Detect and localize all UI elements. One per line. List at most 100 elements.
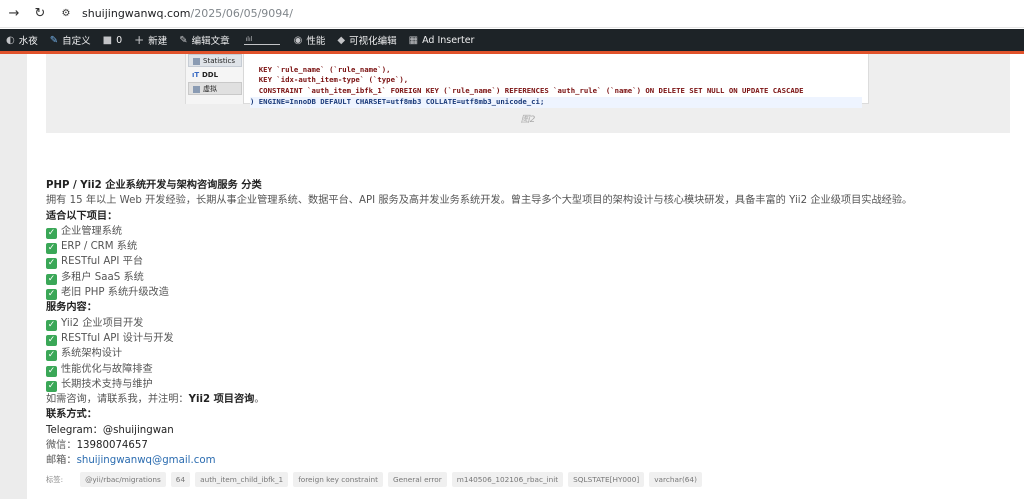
tag-link[interactable]: auth_item_child_ibfk_1 [195, 472, 289, 487]
list-item-text: ERP / CRM 系统 [61, 241, 138, 253]
list-item-text: RESTful API 设计与开发 [61, 332, 174, 344]
left-gutter [0, 54, 27, 499]
adminbar-label: 新建 [148, 36, 168, 47]
address-bar[interactable]: shuijingwanwq.com/2025/06/05/9094/ [82, 7, 293, 20]
adminbar-visual-edit[interactable]: ◆ 可视化编辑 [331, 29, 402, 51]
moon-icon: ◐ [6, 34, 15, 46]
tag-link[interactable]: foreign key constraint [293, 472, 383, 487]
check-icon: ✓ [46, 243, 57, 255]
wp-admin-bar: ◐ 水夜 ✎ 自定义 ■ 0 + 新建 ✎ 编辑文章 ılıl ◉ 性能 ◆ 可视化编辑 ▦ A… [0, 29, 1024, 51]
list-item: ✓ 系统架构设计 [46, 346, 1006, 362]
services-label: 服务内容： [46, 302, 97, 314]
pencil-icon: ✎ [179, 34, 188, 46]
table-icon [193, 58, 200, 65]
consult-suffix: 。 [254, 394, 265, 406]
url-path: /2025/06/05/9094/ [190, 7, 293, 20]
tags-label: 标签: [46, 474, 64, 484]
ddl-code: KEY `rule_name` (`rule_name`), KEY `idx-… [250, 54, 862, 118]
comment-icon: ■ [102, 34, 113, 46]
visual-edit-icon: ◆ [337, 34, 346, 46]
performance-icon: ◉ [293, 34, 303, 46]
adminbar-customize[interactable]: ✎ 自定义 [44, 29, 97, 51]
list-item: ✓ RESTful API 设计与开发 [46, 331, 1006, 346]
article-content: PHP / Yii2 企业系统开发与架构咨询服务 分类 拥有 15 年以上 We… [46, 178, 1006, 469]
figure-caption: 图2 [520, 115, 536, 125]
tab-statistics: Statistics [188, 54, 242, 67]
list-item-text: 系统架构设计 [61, 348, 123, 360]
adminbar-label: 编辑文章 [191, 36, 230, 47]
article-figure: Statistics ıT DDL 虚拟 KEY `rule_name` (`ru… [46, 54, 1010, 133]
tab-label: DDL [202, 70, 219, 79]
plus-icon: + [134, 33, 145, 47]
check-icon: ✓ [46, 227, 57, 239]
comment-count: 0 [116, 34, 123, 46]
adminbar-stats-graph[interactable]: ılıl [243, 35, 280, 45]
wechat-line: 微信：13980074657 [46, 438, 1006, 453]
site-settings-icon[interactable]: ⚙ [56, 4, 76, 24]
adminbar-new[interactable]: + 新建 [128, 29, 173, 51]
list-item: ✓ Yii2 企业项目开发 [46, 316, 1006, 331]
check-icon: ✓ [46, 319, 57, 331]
code-line: KEY `idx-auth_item-type` (`type`), [250, 75, 409, 85]
list-item: ✓ ERP / CRM 系统 [46, 239, 1006, 255]
telegram-line: Telegram：@shuijingwan [46, 423, 1006, 438]
brush-icon: ✎ [49, 34, 59, 46]
table-icon [193, 86, 200, 93]
adminbar-comments[interactable]: ■ 0 [97, 29, 129, 51]
consult-prefix: 如需咨询，请联系我，并注明： [46, 394, 189, 406]
list-item: ✓ RESTful API 平台 [46, 254, 1006, 270]
list-item-text: 性能优化与故障排查 [61, 363, 153, 375]
list-item-text: 多租户 SaaS 系统 [61, 271, 144, 283]
adminbar-label: 水夜 [18, 36, 38, 47]
list-item-text: 企业管理系统 [61, 225, 123, 237]
tab-ddl: ıT DDL [188, 68, 242, 81]
list-item: ✓ 企业管理系统 [46, 224, 1006, 239]
adminbar-edit-post[interactable]: ✎ 编辑文章 [173, 29, 235, 51]
forward-arrow-icon[interactable]: → [4, 4, 24, 24]
email-label: 邮箱： [46, 455, 77, 467]
email-line: 邮箱：shuijingwanwq@gmail.com [46, 453, 1006, 468]
check-icon: ✓ [46, 258, 57, 270]
code-line: ) ENGINE=InnoDB DEFAULT CHARSET=utf8mb3 … [250, 96, 862, 108]
consult-topic: Yii2 项目咨询 [188, 394, 255, 406]
telegram-handle: @shuijingwan [102, 424, 174, 436]
adminbar-ad-inserter[interactable]: ▦ Ad Inserter [403, 29, 481, 51]
list-item-text: 老旧 PHP 系统升级改造 [61, 287, 169, 299]
code-line: CONSTRAINT `auth_item_ibfk_1` FOREIGN KE… [250, 86, 804, 96]
browser-toolbar: → ↻ ⚙ shuijingwanwq.com/2025/06/05/9094/ [0, 0, 1024, 28]
reload-icon[interactable]: ↻ [30, 4, 50, 24]
adminbar-label: Ad Inserter [422, 34, 475, 46]
list-item: ✓ 老旧 PHP 系统升级改造 [46, 285, 1006, 301]
check-icon: ✓ [46, 289, 57, 301]
check-icon: ✓ [46, 380, 57, 392]
check-icon: ✓ [46, 273, 57, 285]
url-host: shuijingwanwq.com [82, 7, 191, 20]
code-side-panel: Statistics ıT DDL 虚拟 [186, 54, 244, 104]
list-item-text: Yii2 企业项目开发 [61, 317, 144, 329]
tab-label: 虚拟 [203, 84, 217, 93]
email-link[interactable]: shuijingwanwq@gmail.com [77, 455, 216, 466]
check-icon: ✓ [46, 350, 57, 362]
adminbar-performance[interactable]: ◉ 性能 [288, 29, 332, 51]
tag-link[interactable]: @yii/rbac/migrations [80, 472, 166, 487]
suitable-label: 适合以下项目： [46, 210, 118, 222]
tab-label: Statistics [203, 56, 235, 65]
adminbar-label: 可视化编辑 [349, 36, 397, 47]
contact-label: 联系方式： [46, 409, 97, 421]
adminbar-night-mode[interactable]: ◐ 水夜 [0, 29, 44, 51]
post-tags: 标签: @yii/rbac/migrations 64 auth_item_ch… [46, 472, 702, 487]
tag-link[interactable]: SQLSTATE[HY000] [568, 472, 645, 487]
consult-line: 如需咨询，请联系我，并注明：Yii2 项目咨询。 [46, 392, 1006, 407]
tab-virtual: 虚拟 [188, 82, 242, 95]
tag-link[interactable]: General error [388, 472, 447, 487]
grid-icon: ▦ [408, 34, 419, 46]
tag-link[interactable]: m140506_102106_rbac_init [451, 472, 564, 487]
list-item: ✓ 多租户 SaaS 系统 [46, 270, 1006, 285]
list-item-text: 长期技术支持与维护 [61, 378, 153, 390]
wechat-number: 13980074657 [76, 440, 148, 452]
telegram-label: Telegram： [46, 424, 103, 436]
tag-link[interactable]: 64 [170, 472, 191, 487]
tag-link[interactable]: varchar(64) [649, 472, 702, 487]
wechat-label: 微信： [46, 440, 77, 452]
ddl-icon: ıT [192, 70, 200, 79]
